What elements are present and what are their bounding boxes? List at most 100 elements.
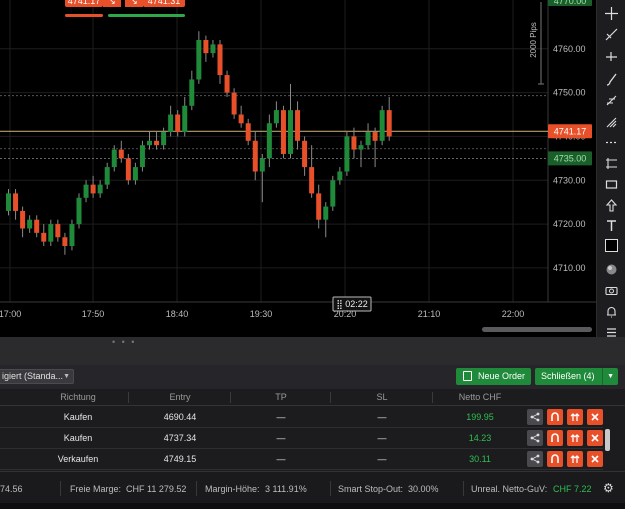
chart-area[interactable]: 17:00 17:50 18:40 19:30 20:20 21:10 22:00 4760.… xyxy=(0,0,596,337)
candle-down xyxy=(238,114,244,124)
arrow-icon[interactable] xyxy=(602,196,621,215)
column-header-direction[interactable]: Richtung xyxy=(48,392,108,402)
candle-down xyxy=(245,123,251,141)
time-axis-label: 19:30 xyxy=(250,309,273,319)
channel-icon[interactable] xyxy=(602,154,621,173)
stop-out-value: 30.00% xyxy=(408,484,439,494)
dashed-line-icon[interactable] xyxy=(602,133,621,152)
double-position-icon[interactable] xyxy=(567,451,583,467)
position-tp[interactable]: — xyxy=(251,433,311,443)
candle-down xyxy=(90,184,96,194)
reverse-position-icon[interactable] xyxy=(547,451,563,467)
close-position-icon[interactable] xyxy=(587,430,603,446)
time-cursor-label: ⣿ 02:22 xyxy=(336,299,368,309)
column-separator xyxy=(128,392,129,403)
rectangle-icon[interactable] xyxy=(602,175,621,194)
bottom-status-strip xyxy=(0,503,625,509)
candle-up xyxy=(97,184,103,194)
share-icon[interactable] xyxy=(527,430,543,446)
current-price-tag-label: 4741.17 xyxy=(554,126,587,136)
crosshair-icon[interactable] xyxy=(602,4,621,23)
double-position-icon[interactable] xyxy=(567,409,583,425)
position-net-pnl: 30.11 xyxy=(469,454,491,464)
chevron-down-icon[interactable]: ▼ xyxy=(607,368,614,385)
position-tp[interactable]: — xyxy=(251,454,311,464)
price-axis-label: 4730.00 xyxy=(553,175,586,185)
button-divider xyxy=(602,368,603,385)
panel-splitter[interactable]: • • • xyxy=(0,337,625,365)
candle-down xyxy=(316,193,322,220)
column-header-net[interactable]: Netto CHF xyxy=(445,392,515,402)
strategy-select[interactable]: igiert (Standa... ▼ xyxy=(0,369,74,384)
trendline-icon[interactable] xyxy=(602,25,621,44)
candle-up xyxy=(161,132,167,146)
position-tp[interactable]: — xyxy=(251,412,311,422)
pitchfork-icon[interactable] xyxy=(602,112,621,131)
orders-bar: igiert (Standa... ▼ Neue Order Schließen… xyxy=(0,365,625,389)
settings-gear-icon[interactable]: ⚙ xyxy=(603,481,614,495)
double-position-icon[interactable] xyxy=(567,430,583,446)
candle-up xyxy=(48,224,54,242)
stop-loss-tag-label: 4735.00 xyxy=(554,153,587,163)
reverse-position-icon[interactable] xyxy=(547,430,563,446)
close-position-icon[interactable] xyxy=(587,409,603,425)
chart-horizontal-scrollbar[interactable] xyxy=(482,327,592,332)
camera-icon[interactable] xyxy=(602,281,621,300)
share-icon[interactable] xyxy=(527,409,543,425)
candle-down xyxy=(20,210,26,229)
brush-icon[interactable] xyxy=(602,70,621,89)
close-position-icon[interactable] xyxy=(587,451,603,467)
position-sl[interactable]: — xyxy=(352,454,412,464)
candlestick-chart[interactable]: 17:00 17:50 18:40 19:30 20:20 21:10 22:004760.… xyxy=(0,0,596,337)
position-row[interactable]: Kaufen 4737.34 — — 14.23 xyxy=(0,428,603,449)
position-sl[interactable]: — xyxy=(352,433,412,443)
candle-up xyxy=(288,110,293,154)
candle-down xyxy=(302,140,308,168)
unrealized-pnl-value: CHF 7.22 xyxy=(553,484,592,494)
column-separator xyxy=(230,392,231,403)
position-row[interactable]: Kaufen 4690.44 — — 199.95 xyxy=(0,407,603,428)
candle-up xyxy=(259,158,265,172)
sphere-icon[interactable] xyxy=(602,260,621,279)
reverse-position-icon[interactable] xyxy=(547,409,563,425)
sell-volume-bar xyxy=(65,14,103,17)
margin-level-value: 3 111.91% xyxy=(265,484,307,494)
column-header-entry[interactable]: Entry xyxy=(150,392,210,402)
candle-up xyxy=(210,44,216,54)
splitter-handle[interactable]: • • • xyxy=(112,337,136,347)
new-order-icon xyxy=(463,371,472,381)
candle-up xyxy=(323,206,329,220)
top-price-tag-label: 4770.00 xyxy=(554,0,587,6)
buy-badge-label: 4741.31 xyxy=(148,0,181,6)
unrealized-pnl-label: Unreal. Netto-GuV: xyxy=(471,484,548,494)
horizontal-line-icon[interactable] xyxy=(602,46,621,65)
close-all-button[interactable]: Schließen (4) ▼ xyxy=(535,368,618,385)
position-entry: 4690.44 xyxy=(163,412,197,422)
candle-down xyxy=(34,219,40,233)
position-sl[interactable]: — xyxy=(352,412,412,422)
price-axis-label: 4710.00 xyxy=(553,263,586,273)
share-icon[interactable] xyxy=(527,451,543,467)
candle-up xyxy=(344,136,350,172)
column-separator xyxy=(330,392,331,403)
text-icon[interactable] xyxy=(602,216,621,235)
buy-volume-bar xyxy=(108,14,185,17)
column-header-sl[interactable]: SL xyxy=(352,392,412,402)
position-row[interactable]: Verkaufen 4749.15 — — 30.11 xyxy=(0,449,603,470)
column-header-tp[interactable]: TP xyxy=(251,392,311,402)
candle-up xyxy=(365,132,371,146)
candle-down xyxy=(175,114,181,133)
color-swatch-icon[interactable] xyxy=(602,236,621,255)
new-order-button[interactable]: Neue Order xyxy=(456,368,531,385)
candle-down xyxy=(309,167,315,194)
margin-level-label: Margin-Höhe: xyxy=(205,484,260,494)
positions-scrollbar[interactable] xyxy=(605,429,610,451)
candle-up xyxy=(139,145,145,168)
fibonacci-icon[interactable] xyxy=(602,91,621,110)
candle-down xyxy=(372,132,378,141)
candle-down xyxy=(386,110,392,137)
status-separator xyxy=(330,481,331,496)
price-axis-label: 4750.00 xyxy=(553,88,586,98)
bell-icon[interactable] xyxy=(602,302,621,321)
candle-up xyxy=(132,167,138,181)
